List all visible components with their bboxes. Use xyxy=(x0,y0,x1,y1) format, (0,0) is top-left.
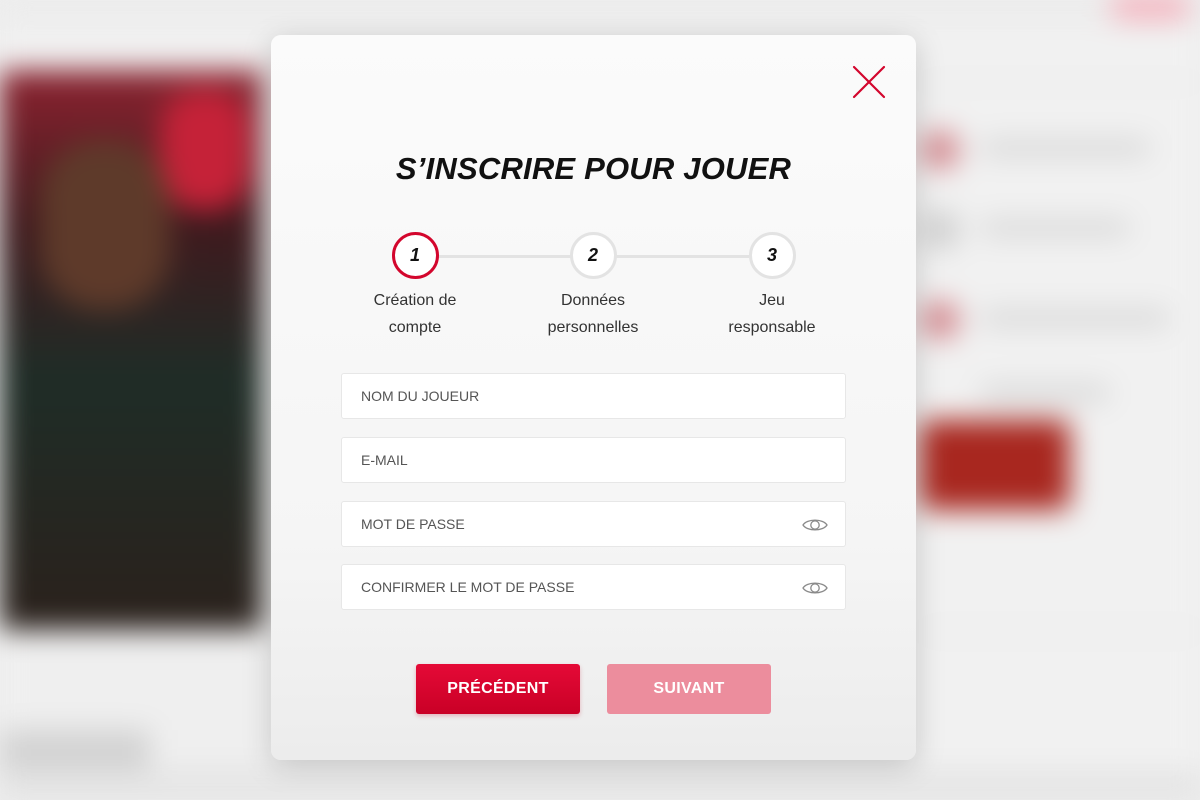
background-hero-image xyxy=(0,70,262,630)
signup-modal: S’INSCRIRE POUR JOUER 1 Création de comp… xyxy=(271,35,916,760)
confirm-password-field xyxy=(341,564,846,610)
step-label-line: personnelles xyxy=(547,319,639,336)
modal-title: S’INSCRIRE POUR JOUER xyxy=(395,151,792,186)
step-personal-data: 2 Données personnelles xyxy=(513,232,673,341)
registration-stepper: 1 Création de compte 2 Données personnel… xyxy=(271,232,916,342)
step-label: Données personnelles xyxy=(513,287,673,341)
step-account-creation: 1 Création de compte xyxy=(335,232,495,341)
confirm-password-input[interactable] xyxy=(342,565,845,609)
step-label: Jeu responsable xyxy=(692,287,852,341)
email-field xyxy=(341,437,846,483)
step-responsible-gaming: 3 Jeu responsable xyxy=(692,232,852,341)
step-label-line: Jeu xyxy=(759,292,785,309)
email-input[interactable] xyxy=(342,438,845,482)
password-input[interactable] xyxy=(342,502,845,546)
player-name-field xyxy=(341,373,846,419)
step-label-line: Données xyxy=(560,292,626,309)
step-label-line: responsable xyxy=(728,319,816,336)
step-label-line: compte xyxy=(388,319,442,336)
step-number: 1 xyxy=(391,232,439,279)
close-icon xyxy=(852,65,886,99)
background-header xyxy=(0,0,1200,30)
player-name-input[interactable] xyxy=(342,374,845,418)
password-field xyxy=(341,501,846,547)
close-button[interactable] xyxy=(851,64,887,100)
step-label-line: Création de xyxy=(373,292,457,309)
step-label: Création de compte xyxy=(335,287,495,341)
background-sidebar xyxy=(920,60,1200,760)
eye-icon[interactable] xyxy=(801,515,829,535)
previous-button[interactable]: PRÉCÉDENT xyxy=(416,664,580,714)
background-bottom-strip xyxy=(0,770,1200,800)
eye-icon[interactable] xyxy=(801,578,829,598)
next-button[interactable]: SUIVANT xyxy=(607,664,771,714)
step-number: 3 xyxy=(748,232,796,279)
step-number: 2 xyxy=(569,232,617,279)
